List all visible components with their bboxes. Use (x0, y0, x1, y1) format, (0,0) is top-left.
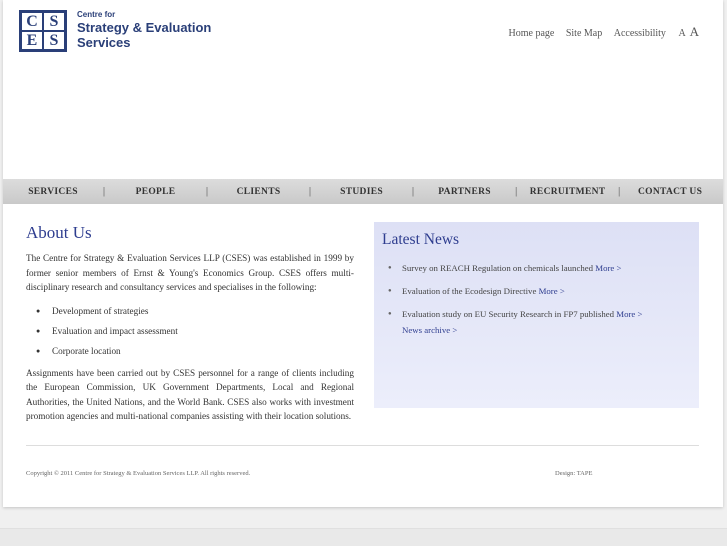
home-page-link[interactable]: Home page (509, 28, 555, 39)
news-archive-link[interactable]: News archive > (402, 325, 699, 335)
services-list: Development of strategies Evaluation and… (26, 301, 354, 361)
utility-links: Home page Site Map Accessibility A A (500, 24, 700, 40)
nav-people[interactable]: PEOPLE (105, 187, 206, 197)
logo-line-1: Centre for (77, 10, 116, 19)
nav-studies[interactable]: STUDIES (311, 187, 412, 197)
page: C S E S Centre for Strategy & Evaluation… (3, 0, 723, 507)
text-size-small-button[interactable]: A (678, 28, 685, 39)
news-item: Survey on REACH Regulation on chemicals … (388, 257, 699, 280)
design-credit[interactable]: Design: TAPE (555, 470, 592, 477)
copyright-text: Copyright © 2011 Centre for Strategy & E… (26, 470, 251, 477)
service-item: Evaluation and impact assessment (36, 321, 354, 341)
logo-letter-e: E (22, 32, 42, 49)
accessibility-link[interactable]: Accessibility (614, 28, 666, 39)
logo-line-2: Strategy & Evaluation (77, 20, 212, 35)
logo-wordmark: Centre for Strategy & Evaluation Service… (77, 10, 247, 50)
nav-partners[interactable]: PARTNERS (414, 187, 515, 197)
news-item-text: Evaluation study on EU Security Research… (402, 309, 617, 319)
logo-mark: C S E S (19, 10, 67, 52)
news-item: Evaluation of the Ecodesign Directive Mo… (388, 280, 699, 303)
text-size-large-button[interactable]: A (690, 24, 699, 39)
logo-letter-s2: S (44, 32, 64, 49)
footer-divider (26, 445, 699, 446)
about-section: About Us The Centre for Strategy & Evalu… (26, 223, 354, 424)
service-item: Development of strategies (36, 301, 354, 321)
site-map-link[interactable]: Site Map (566, 28, 602, 39)
news-item-text: Survey on REACH Regulation on chemicals … (402, 263, 596, 273)
page-bottom-strip (0, 528, 727, 546)
logo-letter-s1: S (44, 13, 64, 30)
nav-contact-us[interactable]: CONTACT US (620, 187, 720, 197)
about-intro: The Centre for Strategy & Evaluation Ser… (26, 253, 354, 292)
nav-services[interactable]: SERVICES (3, 187, 103, 197)
about-body: Assignments have been carried out by CSE… (26, 367, 354, 422)
main-navigation: SERVICES | PEOPLE | CLIENTS | STUDIES | … (3, 179, 723, 204)
news-more-link[interactable]: More > (616, 309, 642, 319)
news-more-link[interactable]: More > (595, 263, 621, 273)
news-list: Survey on REACH Regulation on chemicals … (374, 257, 699, 326)
service-item: Corporate location (36, 341, 354, 361)
about-title: About Us (26, 223, 92, 242)
nav-recruitment[interactable]: RECRUITMENT (517, 187, 618, 197)
logo-line-3: Services (77, 35, 131, 50)
news-more-link[interactable]: More > (539, 286, 565, 296)
latest-news-panel: Latest News Survey on REACH Regulation o… (374, 222, 699, 408)
news-title: Latest News (382, 231, 460, 248)
news-item-text: Evaluation of the Ecodesign Directive (402, 286, 539, 296)
logo-letter-c: C (22, 13, 42, 30)
nav-clients[interactable]: CLIENTS (208, 187, 309, 197)
news-item: Evaluation study on EU Security Research… (388, 303, 699, 326)
